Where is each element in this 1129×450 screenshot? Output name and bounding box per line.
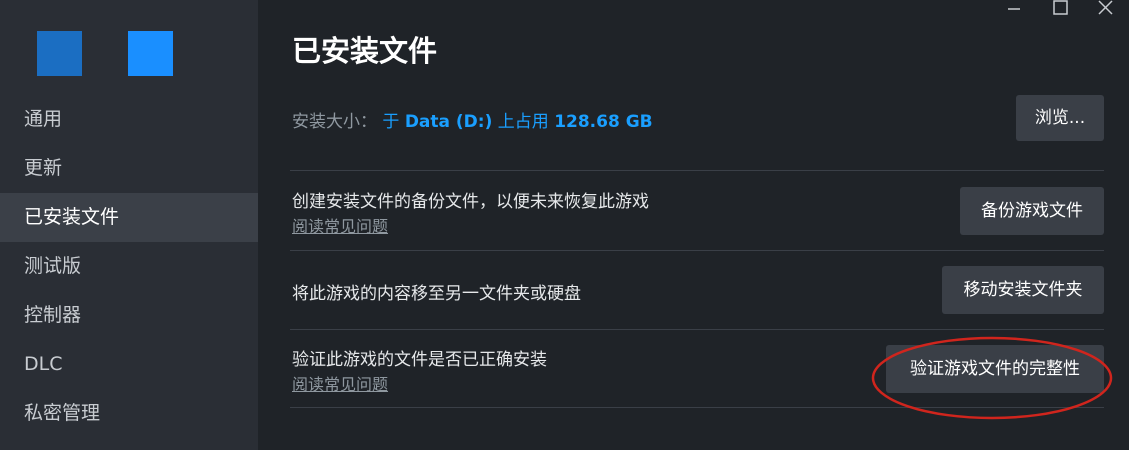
install-size-row: 安装大小： 于 Data (D:) 上占用 128.68 GB bbox=[292, 107, 653, 132]
page-title: 已安装文件 bbox=[292, 34, 438, 68]
maximize-icon[interactable] bbox=[1037, 0, 1083, 18]
sidebar-item-privacy[interactable]: 私密管理 bbox=[0, 389, 258, 438]
install-location-mid: 上占用 bbox=[492, 112, 555, 132]
divider bbox=[290, 250, 1104, 251]
close-icon[interactable] bbox=[1083, 0, 1129, 18]
minimize-icon[interactable] bbox=[991, 0, 1037, 18]
browse-button[interactable]: 浏览... bbox=[1016, 95, 1104, 141]
divider bbox=[290, 170, 1104, 171]
backup-description: 创建安装文件的备份文件，以便未来恢复此游戏 bbox=[292, 192, 649, 212]
sidebar-item-betas[interactable]: 测试版 bbox=[0, 242, 258, 291]
backup-faq-link[interactable]: 阅读常见问题 bbox=[292, 213, 388, 237]
install-size-label: 安装大小： bbox=[292, 112, 377, 132]
divider bbox=[290, 407, 1104, 408]
sidebar-item-updates[interactable]: 更新 bbox=[0, 144, 258, 193]
install-location: 于 Data (D:) 上占用 128.68 GB bbox=[382, 112, 652, 132]
verify-faq-link[interactable]: 阅读常见问题 bbox=[292, 371, 388, 395]
install-location-prefix: 于 bbox=[382, 112, 405, 132]
sidebar-item-dlc[interactable]: DLC bbox=[0, 340, 258, 389]
logo-tile-left bbox=[37, 31, 82, 76]
game-logo bbox=[0, 0, 258, 95]
sidebar: 通用 更新 已安装文件 测试版 控制器 DLC 私密管理 bbox=[0, 0, 258, 450]
sidebar-nav: 通用 更新 已安装文件 测试版 控制器 DLC 私密管理 bbox=[0, 95, 258, 438]
verify-integrity-button[interactable]: 验证游戏文件的完整性 bbox=[886, 345, 1104, 393]
sidebar-item-installed-files[interactable]: 已安装文件 bbox=[0, 193, 258, 242]
sidebar-item-general[interactable]: 通用 bbox=[0, 95, 258, 144]
move-description: 将此游戏的内容移至另一文件夹或硬盘 bbox=[292, 284, 581, 304]
install-drive: Data (D:) bbox=[404, 112, 493, 132]
logo-tile-right bbox=[128, 31, 173, 76]
main-panel: 已安装文件 安装大小： 于 Data (D:) 上占用 128.68 GB 浏览… bbox=[258, 0, 1129, 450]
sidebar-item-controller[interactable]: 控制器 bbox=[0, 291, 258, 340]
steam-properties-window: 通用 更新 已安装文件 测试版 控制器 DLC 私密管理 已安装文件 安装大小：… bbox=[0, 0, 1129, 450]
install-size-value: 128.68 GB bbox=[554, 112, 653, 132]
verify-description: 验证此游戏的文件是否已正确安装 bbox=[292, 350, 547, 370]
divider bbox=[290, 329, 1104, 330]
move-install-folder-button[interactable]: 移动安装文件夹 bbox=[942, 266, 1104, 314]
window-controls bbox=[991, 0, 1129, 18]
backup-game-files-button[interactable]: 备份游戏文件 bbox=[960, 187, 1104, 235]
